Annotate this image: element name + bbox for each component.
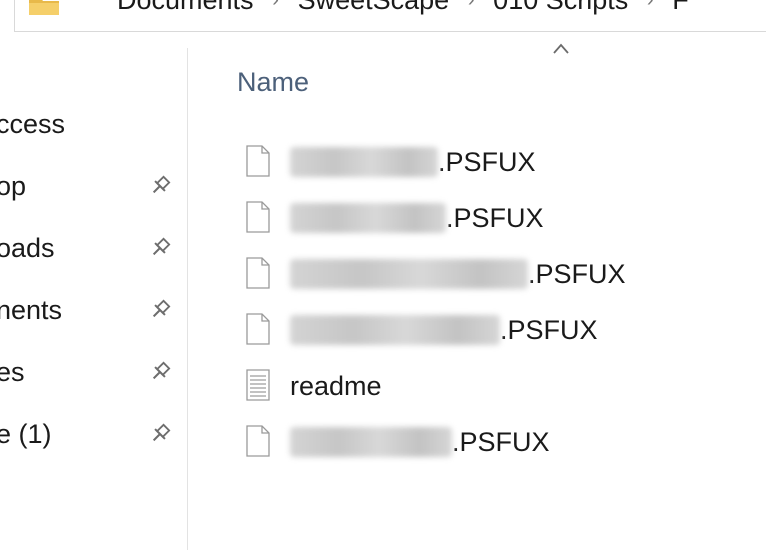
folder-icon bbox=[29, 0, 59, 15]
nav-item-folder-1[interactable]: e (1) bbox=[0, 412, 186, 456]
file-name: .PSFUX bbox=[290, 195, 544, 241]
redacted-name bbox=[290, 259, 528, 289]
nav-item-label: es bbox=[0, 357, 25, 387]
nav-item-label: op bbox=[0, 171, 27, 201]
blank-file-icon bbox=[246, 145, 270, 177]
navigation-pane: ccess op oads nents es e (1) bbox=[0, 32, 188, 550]
file-row[interactable]: .PSFUX bbox=[240, 419, 760, 469]
pin-icon[interactable] bbox=[148, 298, 172, 322]
pin-icon[interactable] bbox=[148, 360, 172, 384]
pin-icon[interactable] bbox=[148, 174, 172, 198]
file-name: .PSFUX bbox=[290, 419, 550, 465]
file-name: .PSFUX bbox=[290, 139, 536, 185]
breadcrumb-item-010-scripts[interactable]: 010 Scripts bbox=[491, 0, 630, 15]
file-row[interactable]: readme bbox=[240, 363, 760, 413]
blank-file-icon bbox=[246, 201, 270, 233]
column-header-name[interactable]: Name bbox=[237, 64, 309, 100]
pin-icon[interactable] bbox=[148, 422, 172, 446]
nav-item-downloads[interactable]: oads bbox=[0, 226, 186, 270]
file-name: .PSFUX bbox=[290, 251, 626, 297]
breadcrumb-separator[interactable]: › bbox=[630, 0, 670, 15]
file-extension: .PSFUX bbox=[500, 314, 598, 345]
text-file-icon bbox=[246, 369, 270, 401]
redacted-name bbox=[290, 203, 446, 233]
nav-item-label: ccess bbox=[0, 109, 66, 139]
file-row[interactable]: .PSFUX bbox=[240, 195, 760, 245]
file-extension: .PSFUX bbox=[528, 258, 626, 289]
redacted-name bbox=[290, 315, 500, 345]
nav-item-label: oads bbox=[0, 233, 55, 263]
file-row[interactable]: .PSFUX bbox=[240, 307, 760, 357]
nav-item-documents[interactable]: nents bbox=[0, 288, 186, 332]
pin-icon[interactable] bbox=[148, 236, 172, 260]
breadcrumb-separator[interactable]: › bbox=[256, 0, 296, 15]
pane-divider[interactable] bbox=[187, 48, 188, 550]
nav-item-quick-access[interactable]: ccess bbox=[0, 102, 186, 146]
nav-item-desktop[interactable]: op bbox=[0, 164, 186, 208]
blank-file-icon bbox=[246, 257, 270, 289]
breadcrumb-separator[interactable]: › bbox=[451, 0, 491, 15]
file-row[interactable]: .PSFUX bbox=[240, 251, 760, 301]
file-name-text: readme bbox=[290, 370, 382, 401]
nav-item-label: e (1) bbox=[0, 419, 52, 449]
breadcrumb: Documents › SweetScape › 010 Scripts › F bbox=[115, 0, 691, 15]
file-name: .PSFUX bbox=[290, 307, 598, 353]
redacted-name bbox=[290, 427, 452, 457]
sort-ascending-icon bbox=[553, 43, 569, 54]
breadcrumb-item-next[interactable]: F bbox=[670, 0, 691, 15]
file-extension: .PSFUX bbox=[452, 426, 550, 457]
blank-file-icon bbox=[246, 425, 270, 457]
blank-file-icon bbox=[246, 313, 270, 345]
file-row[interactable]: .PSFUX bbox=[240, 139, 760, 189]
file-extension: .PSFUX bbox=[438, 146, 536, 177]
file-name: readme bbox=[290, 363, 382, 409]
breadcrumb-item-documents[interactable]: Documents bbox=[115, 0, 256, 15]
file-extension: .PSFUX bbox=[446, 202, 544, 233]
nav-item-pictures[interactable]: es bbox=[0, 350, 186, 394]
breadcrumb-item-sweetscape[interactable]: SweetScape bbox=[296, 0, 452, 15]
nav-item-label: nents bbox=[0, 295, 63, 325]
redacted-name bbox=[290, 147, 438, 177]
address-bar[interactable]: Documents › SweetScape › 010 Scripts › F bbox=[14, 0, 766, 32]
